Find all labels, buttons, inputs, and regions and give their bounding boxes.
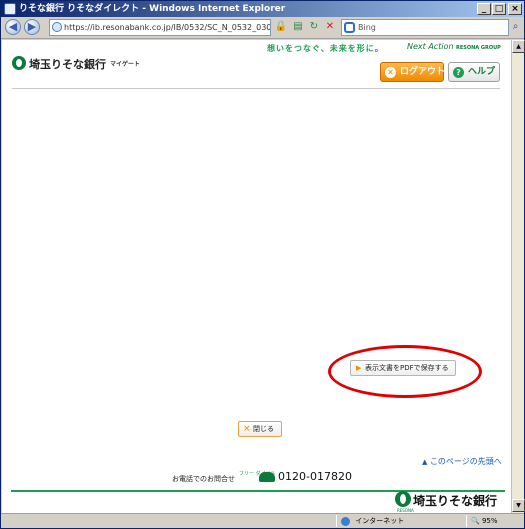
bank-logo-text: 埼玉りそな銀行 — [29, 58, 106, 71]
security-zone[interactable]: インターネット — [341, 514, 404, 528]
address-row: ◀ ▶ https://ib.resonabank.co.jp/IB/0532/… — [1, 17, 524, 39]
help-label: ヘルプ — [468, 67, 496, 77]
close-page-label: 閉じる — [253, 425, 274, 433]
compatibility-icon[interactable]: ▤ — [291, 20, 305, 34]
zoom-icon: 🔍 — [471, 517, 480, 525]
url-text: https://ib.resonabank.co.jp/IB/0532/SC_N… — [64, 23, 271, 32]
zoom-level[interactable]: 🔍 95% — [471, 514, 498, 528]
scroll-up-icon[interactable]: ▲ — [512, 40, 525, 53]
refresh-icon[interactable]: ↻ — [307, 20, 321, 34]
stop-icon[interactable]: ✕ — [323, 20, 337, 34]
bing-icon — [344, 22, 355, 33]
phone-number: 0120-017820 — [278, 470, 352, 483]
close-page-button[interactable]: × 閉じる — [238, 421, 282, 437]
triangle-up-icon: ▲ — [422, 458, 428, 466]
browser-window: りそな銀行 りそなダイレクト - Windows Internet Explor… — [0, 0, 525, 529]
arrow-right-icon: ▶ — [356, 364, 362, 372]
minimize-button[interactable]: _ — [477, 3, 491, 15]
resona-group-label: RESONA GROUP — [456, 45, 501, 51]
slogan: 想いをつなぐ、未来を形に。 — [267, 44, 384, 53]
resona-logo-icon — [12, 56, 26, 70]
save-pdf-button[interactable]: ▶ 表示文書をPDFで保存する — [350, 360, 456, 376]
maximize-button[interactable]: □ — [492, 3, 506, 15]
lock-icon[interactable]: 🔒 — [274, 20, 288, 34]
scroll-down-icon[interactable]: ▼ — [512, 499, 525, 512]
vertical-scrollbar[interactable]: ▲ ▼ — [511, 40, 525, 513]
footer-logo-text: 埼玉りそな銀行 — [413, 494, 498, 508]
close-icon: × — [243, 424, 251, 434]
close-window-button[interactable]: × — [508, 3, 522, 15]
logout-button[interactable]: ✕ ログアウト — [380, 62, 446, 82]
address-field[interactable]: https://ib.resonabank.co.jp/IB/0532/SC_N… — [49, 19, 271, 36]
header-divider — [12, 88, 500, 89]
status-separator — [466, 515, 467, 527]
zoom-value: 95% — [481, 517, 498, 525]
globe-icon — [341, 516, 350, 526]
search-input[interactable]: Bing — [341, 19, 509, 36]
mygate-label: マイゲート — [110, 61, 141, 68]
phone-icon — [259, 472, 275, 482]
contact-label: お電話でのお問合せ — [172, 475, 235, 483]
status-separator — [336, 515, 337, 527]
next-action-logo: Next Action — [407, 42, 454, 51]
page-content: 埼玉りそな銀行 マイゲート 想いをつなぐ、未来を形に。 Next Action … — [2, 40, 511, 513]
title-bar: りそな銀行 りそなダイレクト - Windows Internet Explor… — [1, 1, 524, 17]
logout-label: ログアウト — [400, 67, 446, 77]
save-pdf-label: 表示文書をPDFで保存する — [365, 364, 449, 372]
page-icon — [52, 22, 62, 32]
window-title: りそな銀行 りそなダイレクト - Windows Internet Explor… — [19, 4, 286, 14]
search-icon[interactable]: ⌕ — [509, 20, 522, 35]
ie-icon — [4, 3, 16, 15]
footer-logo-icon — [395, 491, 411, 507]
search-value: Bing — [358, 23, 376, 32]
page-top-link[interactable]: ▲ このページの先頭へ — [422, 456, 502, 467]
page-header: 埼玉りそな銀行 マイゲート 想いをつなぐ、未来を形に。 Next Action … — [2, 40, 511, 115]
page-top-label: このページの先頭へ — [429, 457, 502, 466]
status-bar: インターネット 🔍 95% — [1, 513, 524, 528]
close-circle-icon: ✕ — [385, 67, 396, 78]
forward-icon[interactable]: ▶ — [24, 19, 40, 35]
help-button[interactable]: ? ヘルプ — [448, 62, 500, 82]
question-icon: ? — [453, 67, 464, 78]
zone-label: インターネット — [355, 517, 405, 525]
back-icon[interactable]: ◀ — [5, 19, 21, 35]
